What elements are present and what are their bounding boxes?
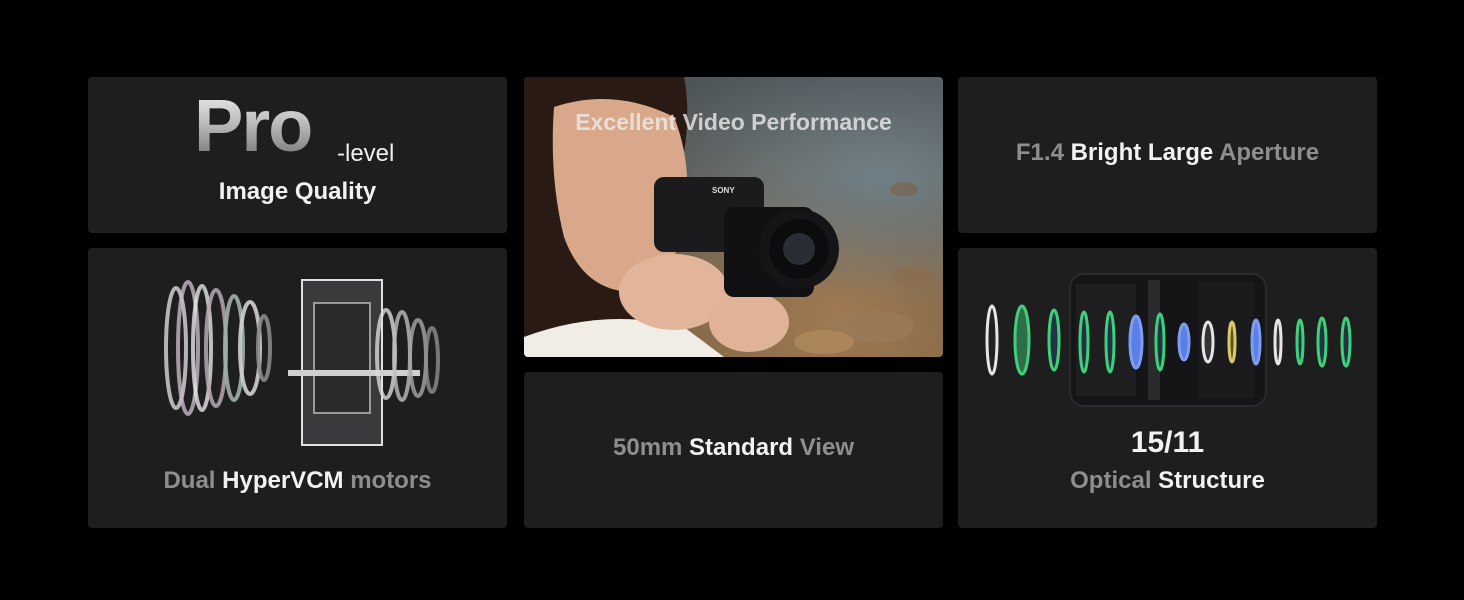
motors-caption: Dual HyperVCM motors (88, 467, 507, 495)
motors-pre: Dual (163, 467, 216, 494)
focal-length: 50mm (613, 434, 683, 461)
svg-text:SONY: SONY (712, 186, 735, 195)
optical-caption: Optical Structure (958, 467, 1377, 495)
standard-highlight: Standard (689, 434, 794, 461)
motors-highlight: HyperVCM (222, 467, 344, 494)
pro-heading: Pro (194, 84, 313, 167)
view-word: View (799, 434, 854, 461)
pro-level-tile: Pro -level Image Quality (88, 77, 507, 233)
aperture-value: F1.4 (1015, 139, 1064, 166)
structure-highlight: Structure (1158, 467, 1265, 494)
pro-level-suffix: -level (337, 140, 395, 167)
video-performance-title: Excellent Video Performance (575, 109, 892, 135)
aperture-word: Aperture (1219, 139, 1320, 166)
standard-view-tile: 50mm Standard View (524, 372, 943, 528)
element-group-count: 15/11 (1130, 426, 1205, 459)
video-performance-tile: SONY Excellent Video Performance (524, 77, 943, 357)
optical-word: Optical (1070, 467, 1152, 494)
standard-view-caption: 50mm Standard View (524, 434, 943, 462)
optical-elements-illustration (985, 273, 1352, 407)
optical-structure-tile: 15/11 Optical Structure (958, 248, 1377, 528)
aperture-highlight: Bright Large (1070, 139, 1214, 166)
motors-post: motors (350, 467, 432, 494)
aperture-tile: F1.4 Bright Large Aperture (958, 77, 1377, 233)
image-quality-label: Image Quality (218, 178, 377, 205)
motors-tile: Dual HyperVCM motors (88, 248, 507, 528)
aperture-caption: F1.4 Bright Large Aperture (958, 139, 1377, 167)
